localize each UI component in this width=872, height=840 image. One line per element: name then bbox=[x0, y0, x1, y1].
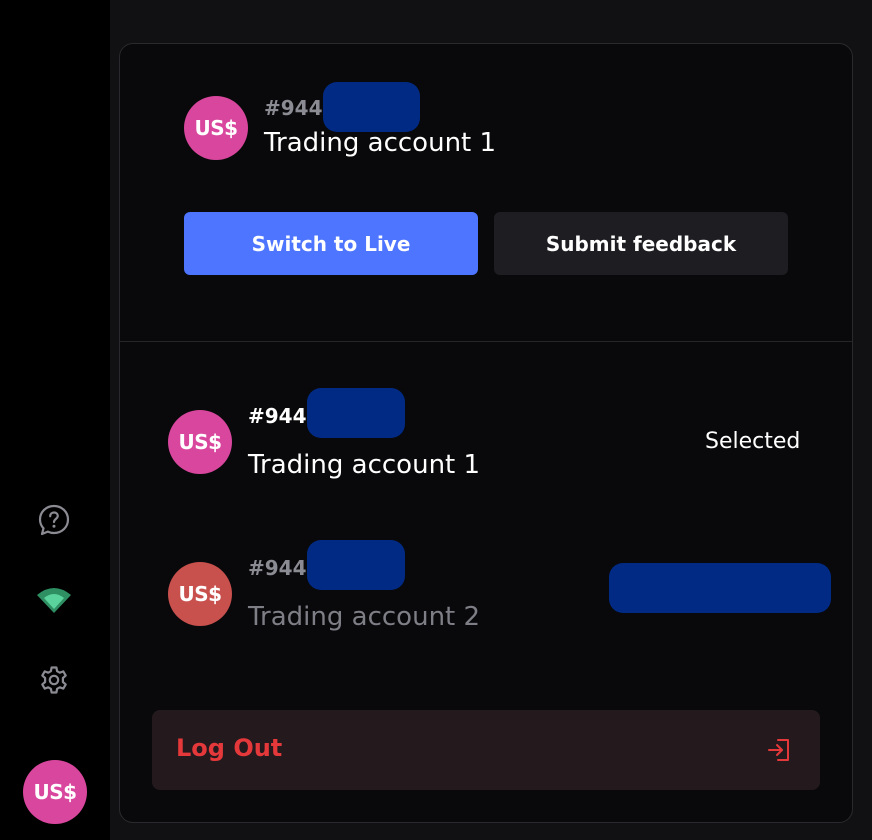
sidebar: US$ bbox=[0, 0, 110, 840]
redacted-balance bbox=[609, 563, 831, 613]
switch-to-live-label: Switch to Live bbox=[251, 231, 411, 256]
submit-feedback-button[interactable]: Submit feedback bbox=[494, 212, 788, 275]
divider bbox=[120, 341, 852, 342]
logout-icon bbox=[764, 734, 796, 766]
account-number: #944 bbox=[248, 404, 307, 428]
user-avatar-button[interactable]: US$ bbox=[23, 760, 87, 824]
account-name: Trading account 2 bbox=[248, 602, 481, 632]
redacted-account-id bbox=[307, 388, 405, 438]
account-list-item[interactable]: US$ #944 Trading account 1 Selected bbox=[120, 374, 852, 494]
help-icon[interactable] bbox=[34, 500, 74, 540]
network-status-icon[interactable] bbox=[34, 580, 74, 620]
account-number: #944 bbox=[248, 556, 307, 580]
current-account-avatar: US$ bbox=[184, 96, 248, 160]
current-account-name: Trading account 1 bbox=[264, 128, 497, 158]
account-avatar: US$ bbox=[168, 410, 232, 474]
account-avatar: US$ bbox=[168, 562, 232, 626]
account-list-item[interactable]: US$ #944 Trading account 2 bbox=[120, 526, 852, 646]
gear-icon[interactable] bbox=[34, 660, 74, 700]
redacted-account-id bbox=[323, 82, 420, 132]
avatar-label: US$ bbox=[178, 430, 222, 454]
account-switcher-panel: US$ #944 Trading account 1 Switch to Liv… bbox=[119, 43, 853, 823]
submit-feedback-label: Submit feedback bbox=[545, 231, 737, 256]
logout-label: Log Out bbox=[176, 734, 283, 762]
current-account-number: #944 bbox=[264, 96, 323, 120]
selected-status-label: Selected bbox=[705, 429, 801, 454]
avatar-label: US$ bbox=[178, 582, 222, 606]
avatar-label: US$ bbox=[194, 116, 238, 140]
account-name: Trading account 1 bbox=[248, 450, 481, 480]
avatar-label: US$ bbox=[33, 780, 77, 804]
redacted-account-id bbox=[307, 540, 405, 590]
logout-button[interactable]: Log Out bbox=[152, 710, 820, 790]
switch-to-live-button[interactable]: Switch to Live bbox=[184, 212, 478, 275]
